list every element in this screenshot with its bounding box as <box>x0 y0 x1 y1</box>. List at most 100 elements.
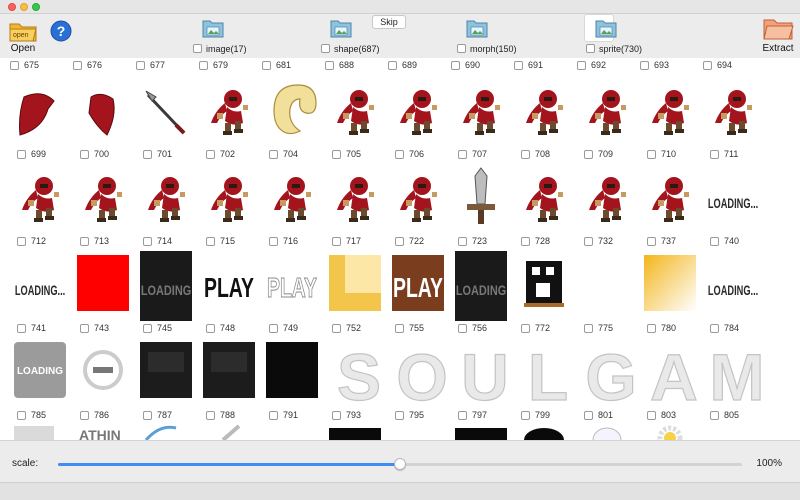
sprite-checkbox[interactable] <box>647 323 656 333</box>
sprite-thumbnail-partial[interactable] <box>140 424 192 440</box>
tab-shape-checkbox[interactable] <box>321 44 330 53</box>
sprite-thumbnail-partial[interactable] <box>266 424 318 440</box>
sprite-image[interactable] <box>518 251 570 321</box>
sprite-thumbnail[interactable]: 728 <box>512 164 572 250</box>
scale-slider-knob[interactable] <box>394 458 406 470</box>
sprite-thumbnail-partial[interactable]: ATHIN <box>77 424 129 440</box>
sprite-checkbox[interactable] <box>584 236 593 246</box>
sprite-checkbox[interactable] <box>647 410 656 420</box>
sprite-thumbnail[interactable]: 780 <box>638 251 698 337</box>
sprite-thumbnail[interactable]: 717 <box>323 164 383 250</box>
sprite-checkbox[interactable] <box>143 410 152 420</box>
sprite-checkbox[interactable] <box>206 323 215 333</box>
sprite-image[interactable]: LOADING <box>140 251 192 321</box>
sprite-checkbox[interactable] <box>458 236 467 246</box>
sprite-image[interactable] <box>14 164 66 234</box>
sprite-checkbox[interactable] <box>703 60 712 70</box>
sprite-image[interactable]: LOADING... <box>707 251 759 321</box>
sprite-thumbnail[interactable]: 702 <box>197 77 257 163</box>
sprite-label-item[interactable]: 681 <box>262 59 291 71</box>
sprite-image[interactable] <box>266 77 318 147</box>
sprite-checkbox[interactable] <box>10 60 19 70</box>
sprite-thumbnail[interactable]: 704 <box>260 77 320 163</box>
sprite-thumbnail-partial[interactable] <box>329 424 381 440</box>
sprite-image[interactable]: LOADING <box>455 251 507 321</box>
sprite-checkbox[interactable] <box>710 323 719 333</box>
sprite-checkbox[interactable] <box>395 323 404 333</box>
sprite-checkbox[interactable] <box>332 323 341 333</box>
sprite-image[interactable] <box>455 164 507 234</box>
sprite-thumbnail[interactable]: 709 <box>575 77 635 163</box>
sprite-image[interactable] <box>140 164 192 234</box>
sprite-checkbox[interactable] <box>80 323 89 333</box>
sprite-image[interactable] <box>77 77 129 147</box>
sprite-checkbox[interactable] <box>514 60 523 70</box>
sprite-thumbnail-partial[interactable] <box>518 424 570 440</box>
sprite-image[interactable]: LOADING <box>14 338 66 408</box>
sprite-image[interactable] <box>329 164 381 234</box>
sprite-label-item[interactable]: 688 <box>325 59 354 71</box>
sprite-checkbox[interactable] <box>269 410 278 420</box>
sprite-label-item[interactable]: 677 <box>136 59 165 71</box>
sprite-thumbnail[interactable]: 701 <box>134 77 194 163</box>
sprite-checkbox[interactable] <box>584 323 593 333</box>
sprite-thumbnail[interactable]: 732 <box>575 164 635 250</box>
sprite-checkbox[interactable] <box>647 149 656 159</box>
sprite-checkbox[interactable] <box>269 236 278 246</box>
sprite-image[interactable]: M <box>707 338 765 414</box>
sprite-checkbox[interactable] <box>136 60 145 70</box>
sprite-thumbnail[interactable]: 708 <box>512 77 572 163</box>
sprite-checkbox[interactable] <box>710 410 719 420</box>
sprite-thumbnail[interactable]: LOADING 745 <box>134 251 194 337</box>
sprite-thumbnail[interactable]: 705 <box>323 77 383 163</box>
sprite-checkbox[interactable] <box>332 236 341 246</box>
sprite-image[interactable]: G <box>581 338 638 414</box>
sprite-thumbnail[interactable]: LOADING 756 <box>449 251 509 337</box>
sprite-label-item[interactable]: 689 <box>388 59 417 71</box>
sprite-label-item[interactable]: 690 <box>451 59 480 71</box>
sprite-image[interactable] <box>581 77 633 147</box>
sprite-image[interactable]: LOADING... <box>14 251 66 321</box>
sprite-checkbox[interactable] <box>80 236 89 246</box>
sprite-checkbox[interactable] <box>269 323 278 333</box>
sprite-image[interactable] <box>581 251 633 321</box>
sprite-thumbnail[interactable]: 772 <box>512 251 572 337</box>
sprite-thumbnail[interactable]: 788 <box>197 338 257 424</box>
sprite-checkbox[interactable] <box>647 236 656 246</box>
sprite-checkbox[interactable] <box>584 410 593 420</box>
sprite-checkbox[interactable] <box>395 236 404 246</box>
sprite-thumbnail[interactable]: 699 <box>8 77 68 163</box>
sprite-thumbnail[interactable]: 775 <box>575 251 635 337</box>
sprite-thumbnail[interactable]: 791 <box>260 338 320 424</box>
sprite-image[interactable] <box>518 77 570 147</box>
sprite-thumbnail[interactable]: 787 <box>134 338 194 424</box>
sprite-checkbox[interactable] <box>73 60 82 70</box>
sprite-checkbox[interactable] <box>458 149 467 159</box>
sprite-thumbnail[interactable]: 786 <box>71 338 131 424</box>
sprite-checkbox[interactable] <box>80 410 89 420</box>
sprite-checkbox[interactable] <box>584 149 593 159</box>
extract-button[interactable]: Extract <box>760 16 796 54</box>
sprite-thumbnail[interactable]: O 795 <box>386 338 448 424</box>
sprite-thumbnail[interactable]: L 799 <box>512 338 572 424</box>
sprite-checkbox[interactable] <box>17 149 26 159</box>
sprite-label-item[interactable]: 693 <box>640 59 669 71</box>
sprite-image[interactable] <box>77 164 129 234</box>
sprite-image[interactable] <box>140 77 192 147</box>
tab-morph-checkbox[interactable] <box>457 44 466 53</box>
sprite-checkbox[interactable] <box>577 60 586 70</box>
tab-sprite-checkbox[interactable] <box>586 44 595 53</box>
sprite-image[interactable] <box>455 77 507 147</box>
sprite-thumbnail[interactable]: 715 <box>197 164 257 250</box>
sprite-checkbox[interactable] <box>17 410 26 420</box>
help-button[interactable]: ? <box>50 20 72 42</box>
sprite-thumbnail[interactable]: 737 <box>638 164 698 250</box>
sprite-image[interactable] <box>329 251 381 321</box>
sprite-image[interactable] <box>644 251 696 321</box>
sprite-image[interactable] <box>392 164 444 234</box>
sprite-image[interactable]: PLAY <box>266 251 318 321</box>
sprite-checkbox[interactable] <box>521 410 530 420</box>
sprite-image[interactable] <box>329 77 381 147</box>
sprite-thumbnail-partial[interactable] <box>581 424 633 440</box>
sprite-checkbox[interactable] <box>206 410 215 420</box>
